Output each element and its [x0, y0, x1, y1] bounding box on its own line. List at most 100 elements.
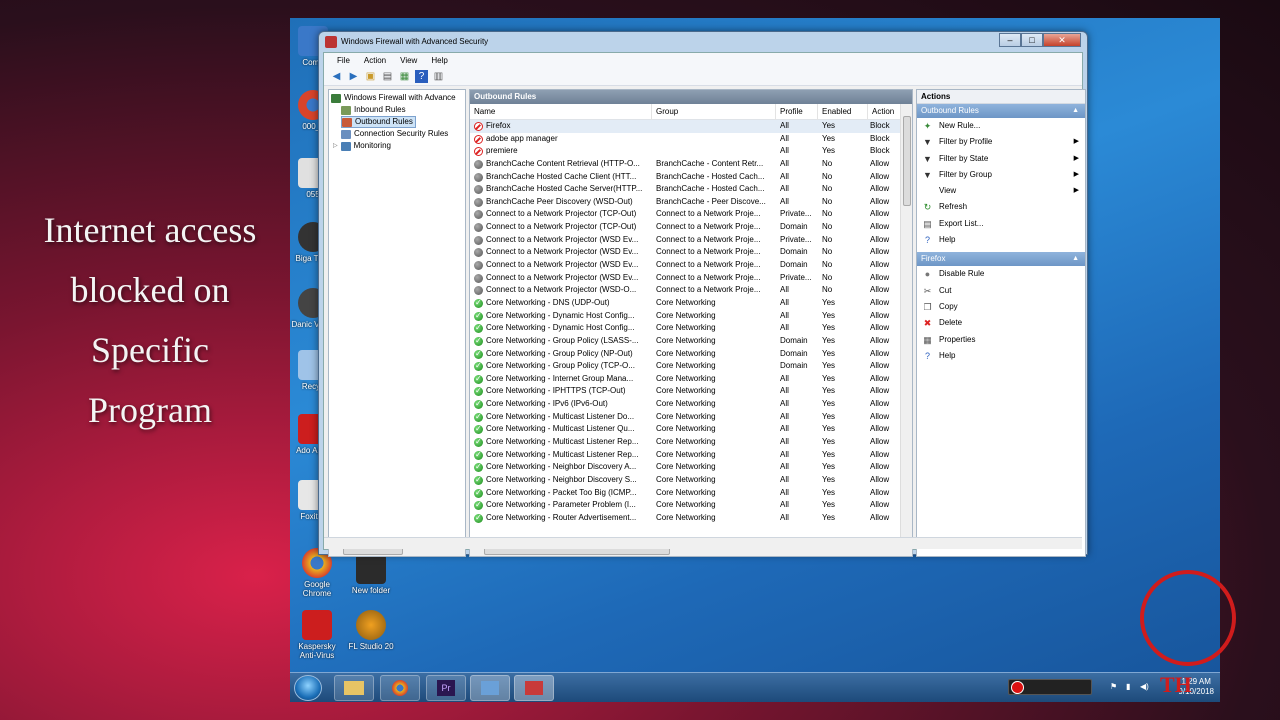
record-icon[interactable]	[1011, 681, 1024, 694]
table-row[interactable]: Core Networking - Neighbor Discovery S..…	[470, 474, 900, 487]
taskbar-explorer[interactable]	[334, 675, 374, 701]
action-item-filter-by-group[interactable]: ▼ Filter by Group ▶	[917, 167, 1085, 183]
table-row[interactable]: Connect to a Network Projector (WSD-O...…	[470, 284, 900, 297]
disabled-rule-icon	[474, 159, 483, 169]
table-row[interactable]: Core Networking - Router Advertisement..…	[470, 512, 900, 525]
table-row[interactable]: Core Networking - Group Policy (TCP-O...…	[470, 360, 900, 373]
action-item-filter-by-profile[interactable]: ▼ Filter by Profile ▶	[917, 134, 1085, 150]
action-item-cut[interactable]: ✂ Cut	[917, 283, 1085, 299]
table-row[interactable]: BranchCache Peer Discovery (WSD-Out) Bran…	[470, 196, 900, 209]
menu-action[interactable]: Action	[357, 53, 393, 68]
forward-arrow-icon[interactable]: ▶	[347, 70, 360, 83]
table-row[interactable]: Core Networking - IPHTTPS (TCP-Out) Core …	[470, 385, 900, 398]
table-row[interactable]: premiere All Yes Block	[470, 145, 900, 158]
action-item-disable-rule[interactable]: ● Disable Rule	[917, 266, 1085, 282]
cell-profile: All	[780, 500, 789, 510]
back-arrow-icon[interactable]: ◀	[330, 70, 343, 83]
table-row[interactable]: Core Networking - IPv6 (IPv6-Out) Core Ne…	[470, 398, 900, 411]
up-folder-icon[interactable]: ▣	[364, 70, 377, 83]
tree-root[interactable]: Windows Firewall with Advance	[331, 92, 456, 104]
action-item-help[interactable]: ? Help	[917, 232, 1085, 248]
column-header-group[interactable]: Group	[652, 104, 776, 120]
table-row[interactable]: Core Networking - Internet Group Mana...…	[470, 373, 900, 385]
show-hide-tree-icon[interactable]: ▤	[381, 70, 394, 83]
table-row[interactable]: BranchCache Hosted Cache Client (HTT... B…	[470, 171, 900, 184]
tree-item-connection-security-rules[interactable]: Connection Security Rules	[341, 128, 448, 140]
cell-enabled: Yes	[822, 348, 836, 358]
minimize-button[interactable]: –	[999, 33, 1021, 47]
action-item-delete[interactable]: ✖ Delete	[917, 315, 1085, 331]
block-rule-icon	[474, 122, 483, 131]
desktop-icon-kaspersky[interactable]: Kaspersky Anti-Virus	[294, 610, 340, 660]
table-row[interactable]: Core Networking - Packet Too Big (ICMP..…	[470, 487, 900, 499]
scrollbar-thumb[interactable]	[903, 116, 911, 206]
cell-enabled: Yes	[822, 373, 836, 383]
table-row[interactable]: Connect to a Network Projector (WSD Ev..…	[470, 259, 900, 272]
table-row[interactable]: Firefox All Yes Block	[470, 120, 900, 133]
tree-item-inbound-rules[interactable]: Inbound Rules	[341, 104, 406, 116]
taskbar-firewall[interactable]	[514, 675, 554, 701]
window-titlebar[interactable]: Windows Firewall with Advanced Security …	[319, 32, 1087, 52]
table-row[interactable]: Core Networking - Parameter Problem (I..…	[470, 499, 900, 512]
table-row[interactable]: Connect to a Network Projector (TCP-Out)…	[470, 221, 900, 234]
tree-item-outbound-rules[interactable]: Outbound Rules	[341, 116, 416, 128]
table-row[interactable]: Core Networking - Dynamic Host Config...…	[470, 310, 900, 322]
close-button[interactable]: ✕	[1043, 33, 1081, 47]
action-item-properties[interactable]: ▦ Properties	[917, 332, 1085, 348]
table-row[interactable]: Core Networking - Group Policy (LSASS-..…	[470, 335, 900, 348]
table-row[interactable]: Core Networking - Multicast Listener Qu.…	[470, 423, 900, 436]
column-header-action[interactable]: Action	[868, 104, 902, 120]
maximize-button[interactable]: □	[1021, 33, 1043, 47]
help-icon[interactable]: ?	[415, 70, 428, 83]
actions-section-outbound-rules[interactable]: Outbound Rules ▲	[917, 104, 1085, 118]
start-button[interactable]	[294, 675, 322, 701]
network-icon[interactable]: ▮	[1126, 682, 1130, 691]
table-row[interactable]: Core Networking - Dynamic Host Config...…	[470, 322, 900, 335]
flag-icon[interactable]: ⚑	[1110, 682, 1117, 691]
rules-vertical-scrollbar[interactable]	[900, 104, 912, 544]
table-row[interactable]: Connect to a Network Projector (WSD Ev..…	[470, 272, 900, 285]
expand-arrow-icon[interactable]: ▷	[333, 140, 338, 152]
column-header-enabled[interactable]: Enabled	[818, 104, 868, 120]
column-header-profile[interactable]: Profile	[776, 104, 818, 120]
table-row[interactable]: Connect to a Network Projector (TCP-Out)…	[470, 208, 900, 221]
table-row[interactable]: Connect to a Network Projector (WSD Ev..…	[470, 234, 900, 247]
premiere-icon: Pr	[437, 680, 455, 696]
menu-file[interactable]: File	[330, 53, 357, 68]
menu-view[interactable]: View	[393, 53, 424, 68]
cell-name: adobe app manager	[486, 133, 558, 143]
export-icon[interactable]: ▦	[398, 70, 411, 83]
table-row[interactable]: BranchCache Content Retrieval (HTTP-O...…	[470, 158, 900, 171]
cell-group: Connect to a Network Proje...	[656, 222, 761, 232]
table-row[interactable]: Core Networking - DNS (UDP-Out) Core Netw…	[470, 297, 900, 310]
taskbar-chrome[interactable]	[380, 675, 420, 701]
action-item-copy[interactable]: ❐ Copy	[917, 299, 1085, 315]
action-item-new-rule[interactable]: ✦ New Rule...	[917, 118, 1085, 134]
column-header-name[interactable]: Name	[470, 104, 652, 120]
collapse-arrow-icon[interactable]: ▲	[1072, 252, 1079, 266]
action-item-view[interactable]: View ▶	[917, 183, 1085, 199]
table-row[interactable]: adobe app manager All Yes Block	[470, 133, 900, 146]
table-row[interactable]: BranchCache Hosted Cache Server(HTTP... B…	[470, 183, 900, 196]
action-item-refresh[interactable]: ↻ Refresh	[917, 199, 1085, 215]
table-row[interactable]: Core Networking - Group Policy (NP-Out) C…	[470, 348, 900, 360]
action-item-filter-by-state[interactable]: ▼ Filter by State ▶	[917, 151, 1085, 167]
table-row[interactable]: Connect to a Network Projector (WSD Ev..…	[470, 246, 900, 259]
action-item-help[interactable]: ? Help	[917, 348, 1085, 364]
recorder-controls[interactable]	[1008, 679, 1092, 695]
table-row[interactable]: Core Networking - Multicast Listener Rep…	[470, 449, 900, 461]
taskbar-premiere[interactable]: Pr	[426, 675, 466, 701]
table-row[interactable]: Core Networking - Multicast Listener Rep…	[470, 436, 900, 449]
table-row[interactable]: Core Networking - Multicast Listener Do.…	[470, 411, 900, 423]
desktop-icon-fl-studio[interactable]: FL Studio 20	[348, 610, 394, 651]
action-item-export-list[interactable]: ▤ Export List...	[917, 216, 1085, 232]
collapse-arrow-icon[interactable]: ▲	[1072, 104, 1079, 118]
taskbar-control-panel[interactable]	[470, 675, 510, 701]
table-row[interactable]: Core Networking - Neighbor Discovery A..…	[470, 461, 900, 474]
tree-item-monitoring[interactable]: ▷ Monitoring	[333, 140, 391, 152]
action-pane-icon[interactable]: ▥	[432, 70, 445, 83]
actions-section-firefox[interactable]: Firefox ▲	[917, 252, 1085, 267]
menu-help[interactable]: Help	[424, 53, 454, 68]
volume-icon[interactable]: ◀)	[1140, 682, 1149, 691]
desktop-icon-new-folder[interactable]: New folder	[348, 554, 394, 595]
